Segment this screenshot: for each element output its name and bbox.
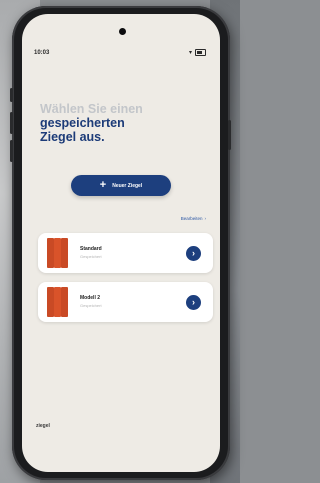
brand-logo: ziegel	[36, 423, 50, 429]
roof-tile-icon	[47, 238, 69, 268]
title-line-2: gespeicherten	[40, 116, 125, 130]
new-tile-button-label: Neuer Ziegel	[112, 182, 143, 189]
list-item-subtitle: Gespeichert	[80, 303, 102, 308]
edit-link[interactable]: Bearbeiten ›	[181, 216, 206, 221]
list-item[interactable]: Modell 2 Gespeichert ›	[38, 282, 213, 322]
list-item[interactable]: Standard Gespeichert ›	[38, 233, 213, 273]
title-line-1: Wählen Sie einen	[40, 102, 143, 116]
title-line-3: Ziegel aus.	[40, 130, 105, 144]
chevron-right-icon: ›	[204, 216, 207, 221]
phone-side-button	[10, 140, 13, 162]
app-screen: 10:03 ▾ Wählen Sie einen gespeicherten Z…	[22, 14, 220, 472]
list-item-name: Standard	[80, 246, 102, 252]
status-time: 10:03	[34, 50, 50, 56]
plus-icon: +	[99, 179, 107, 191]
phone-side-button	[10, 88, 13, 102]
list-item-name: Modell 2	[80, 295, 101, 301]
edit-link-label: Bearbeiten	[180, 216, 203, 221]
phone-side-button	[10, 112, 13, 134]
page-title: Wählen Sie einen gespeicherten Ziegel au…	[40, 102, 210, 144]
roof-tile-icon	[47, 287, 69, 317]
camera-icon	[119, 28, 126, 35]
battery-icon	[195, 49, 206, 56]
chevron-right-icon[interactable]: ›	[186, 246, 201, 261]
chevron-right-icon[interactable]: ›	[186, 295, 201, 310]
list-item-subtitle: Gespeichert	[80, 254, 102, 259]
wifi-icon: ▾	[188, 49, 192, 56]
status-icons: ▾	[189, 49, 206, 56]
new-tile-button[interactable]: + Neuer Ziegel	[71, 175, 171, 196]
phone-side-button	[228, 120, 231, 150]
